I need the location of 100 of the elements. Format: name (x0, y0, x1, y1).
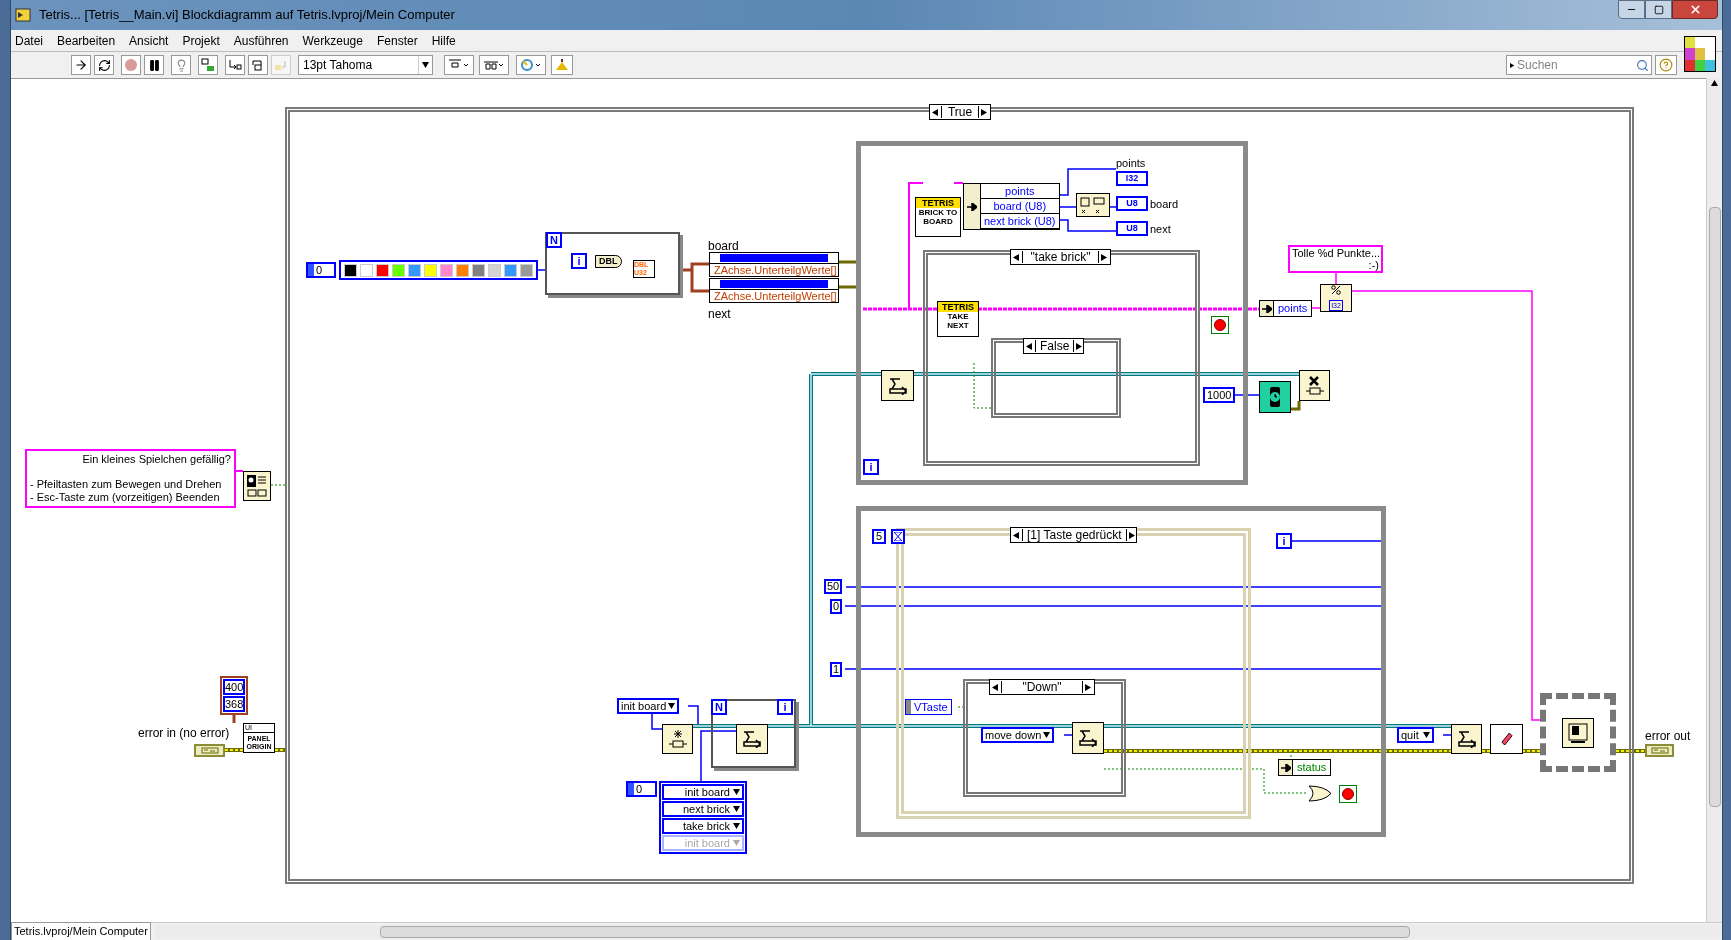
or-gate-icon (1308, 785, 1332, 802)
numeric-constant: 400 (223, 679, 245, 695)
eraser-icon (1500, 732, 1513, 746)
loop-index-terminal: i (571, 253, 587, 269)
string-line: :-) (1367, 259, 1379, 271)
right-arrow-icon (981, 108, 988, 116)
case-selector[interactable]: False (1023, 338, 1084, 354)
spin-arrows-icon (308, 264, 314, 276)
case-name: "Down" (1001, 681, 1083, 693)
step-over-button[interactable] (248, 55, 268, 75)
step-out-icon (274, 59, 288, 71)
cluster-icon (1650, 747, 1669, 754)
unbundle-element: next brick (U8) (981, 214, 1059, 229)
indicator-label: board (1150, 197, 1179, 210)
enum-value: move down (985, 729, 1042, 741)
loop-index-terminal: i (777, 699, 793, 715)
help-button[interactable] (1655, 55, 1677, 75)
numeric-indicator: I32 (1116, 171, 1148, 186)
right-arrow-icon (1101, 253, 1108, 261)
caret-icon (733, 805, 740, 813)
maximize-button[interactable] (1645, 0, 1672, 19)
case-selector[interactable]: "Down" (989, 679, 1095, 695)
node-label: board (708, 238, 739, 255)
caret-icon (733, 822, 740, 830)
node-tag: TETRIS (916, 198, 960, 208)
caret-icon (1043, 731, 1051, 739)
numeric-constant: 1000 (1203, 387, 1236, 403)
left-arrow-icon (992, 683, 999, 691)
retain-values-button[interactable] (198, 55, 218, 75)
bundle-element: points (1277, 301, 1309, 316)
search-options-icon (1509, 62, 1515, 68)
menu-item[interactable]: Datei (15, 31, 43, 50)
maximize-icon (1653, 4, 1664, 15)
menu-item[interactable]: Fenster (376, 31, 418, 50)
status-path: Tetris.lvproj/Mein Computer (11, 922, 151, 940)
run-continuously-button[interactable] (94, 55, 114, 75)
event-data-label: VTaste (913, 700, 949, 714)
indicator-label: next (1150, 222, 1171, 235)
cycle-arrows-icon (97, 58, 111, 72)
highlight-button[interactable] (171, 55, 191, 75)
node-text: BRICK TO BOARD (917, 208, 959, 226)
case-selector[interactable]: True (929, 104, 991, 120)
enum-element[interactable]: init board (662, 784, 744, 800)
node-label: next (708, 306, 731, 323)
align-button[interactable] (444, 55, 474, 75)
right-arrow-icon (1085, 683, 1092, 691)
arrow-icon (967, 202, 977, 211)
left-arrow-icon (932, 108, 939, 116)
menu-item[interactable]: Hilfe (431, 31, 456, 50)
unbundle-element: status (1296, 760, 1328, 775)
right-arrow-icon (1128, 531, 1136, 539)
case-name: "take brick" (1022, 251, 1099, 263)
pause-icon (147, 58, 161, 72)
search-field[interactable]: Suchen (1506, 55, 1652, 75)
loop-iteration-terminal: i (1276, 533, 1292, 549)
scrollbar-thumb[interactable] (379, 925, 1410, 938)
run-button[interactable] (71, 55, 91, 75)
case-name: False (1035, 340, 1075, 352)
arrow-icon (1261, 304, 1272, 313)
step-into-button[interactable] (225, 55, 245, 75)
close-icon (1688, 3, 1702, 16)
enum-element[interactable]: take brick (662, 818, 744, 834)
reorder-button[interactable] (516, 55, 546, 75)
numeric-constant: 0 (830, 599, 843, 614)
enum-value: init board (621, 700, 667, 712)
cleanup-button[interactable] (551, 55, 573, 75)
numeric-indicator: U8 (1116, 221, 1148, 236)
arrow-icon (1280, 763, 1291, 772)
conversion-node: DBL (595, 255, 622, 268)
menu-item[interactable]: Ansicht (129, 31, 169, 50)
vertical-scrollbar[interactable] (1706, 78, 1722, 922)
step-into-icon (228, 59, 242, 71)
enum-element[interactable]: next brick (662, 801, 744, 817)
node-text: TAKE NEXT (946, 312, 970, 330)
menu-item[interactable]: Werkzeuge (302, 31, 363, 50)
minimize-button[interactable] (1618, 0, 1645, 19)
help-icon (1659, 58, 1673, 72)
menu-item[interactable]: Bearbeiten (57, 31, 116, 50)
menu-item[interactable]: Projekt (182, 31, 220, 50)
pause-button[interactable] (144, 55, 164, 75)
comment-line: - Pfeiltasten zum Bewegen und Drehen (30, 478, 223, 491)
unbundle-element: board (U8) (981, 199, 1059, 214)
distribute-button[interactable] (479, 55, 509, 75)
font-dropdown[interactable]: 13pt Tahoma (298, 55, 433, 75)
event-selector[interactable]: [1] Taste gedrückt (1010, 527, 1137, 543)
caret-icon (733, 788, 740, 796)
close-button[interactable] (1672, 0, 1718, 19)
case-name: [1] Taste gedrückt (1022, 529, 1127, 541)
menu-item[interactable]: Ausführen (233, 31, 289, 50)
case-name: True (941, 106, 979, 118)
case-selector[interactable]: "take brick" (1010, 249, 1111, 265)
search-input[interactable]: Suchen (1517, 56, 1636, 74)
queue-icon (1456, 730, 1477, 748)
vi-icon (1684, 36, 1716, 72)
probe-icon (201, 58, 215, 72)
comment-line: - Esc-Taste zum (vorzeitigen) Beenden (30, 491, 221, 504)
horizontal-scrollbar[interactable] (154, 924, 1722, 939)
timeout-constant: 5 (872, 529, 886, 544)
scrollbar-thumb[interactable] (1708, 207, 1721, 807)
step-over-icon (251, 59, 265, 71)
